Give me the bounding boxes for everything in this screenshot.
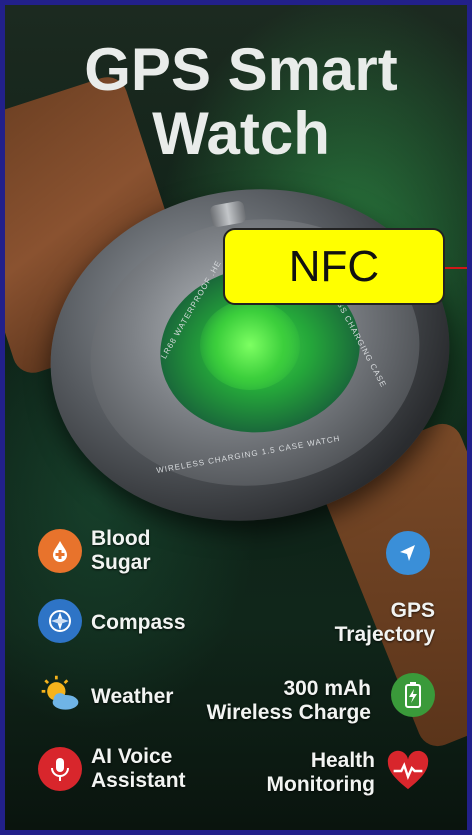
feature-label-weather: Weather	[91, 685, 174, 708]
sensor-glow	[200, 300, 300, 390]
title-line-2: Watch	[152, 100, 330, 167]
feature-label-health-2: Monitoring	[266, 773, 375, 796]
title-line-1: GPS Smart	[84, 36, 398, 103]
feature-label-battery-1: 300 mAh	[283, 677, 371, 700]
compass-icon	[38, 599, 82, 643]
navigation-icon	[386, 531, 430, 575]
product-image-frame: LR68 WATERPROOF .HE LESS CHARGING CASE W…	[0, 0, 472, 835]
battery-charge-icon	[391, 673, 435, 717]
blood-drop-icon	[38, 529, 82, 573]
feature-label-compass: Compass	[91, 611, 186, 634]
feature-label-gps-1: GPS	[390, 599, 435, 622]
feature-label-health-1: Health	[310, 749, 375, 772]
feature-label-blood-sugar-1: Blood	[91, 527, 151, 550]
feature-label-ai-voice-1: AI Voice	[91, 745, 173, 768]
nfc-callout: NFC	[223, 228, 445, 305]
feature-label-ai-voice-2: Assistant	[91, 769, 186, 792]
feature-label-blood-sugar-2: Sugar	[91, 551, 151, 574]
feature-label-battery-2: Wireless Charge	[206, 701, 371, 724]
feature-label-gps-2: Trajectory	[334, 623, 435, 646]
sun-cloud-icon	[38, 673, 82, 717]
nfc-callout-line	[445, 267, 467, 269]
heart-rate-icon	[386, 749, 430, 793]
microphone-icon	[38, 747, 82, 791]
